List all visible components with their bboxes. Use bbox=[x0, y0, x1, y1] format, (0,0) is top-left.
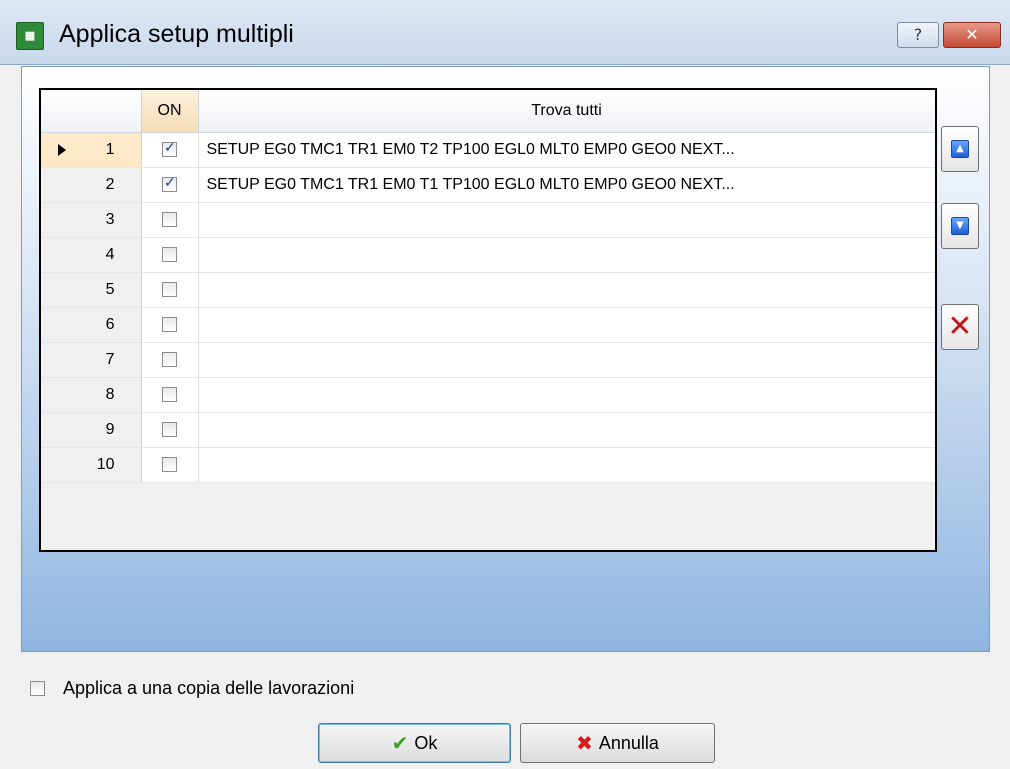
apply-copy-label: Applica a una copia delle lavorazioni bbox=[63, 677, 355, 698]
on-checkbox[interactable] bbox=[162, 175, 177, 193]
row-number-label: 2 bbox=[105, 176, 115, 193]
cancel-x-icon: ✖ bbox=[576, 731, 593, 755]
header-row: ON Trova tutti bbox=[41, 90, 935, 133]
column-header-find-all[interactable]: Trova tutti bbox=[198, 90, 935, 133]
table-row[interactable]: 7 bbox=[41, 342, 935, 378]
table-row[interactable]: 1 SETUP EG0 TMC1 TR1 EM0 T2 TP100 EGL0 ML… bbox=[41, 132, 935, 168]
window-title: Applica setup multipli bbox=[59, 20, 294, 48]
column-header-on[interactable]: ON bbox=[141, 90, 199, 133]
grid-body: 1 SETUP EG0 TMC1 TR1 EM0 T2 TP100 EGL0 ML… bbox=[41, 132, 935, 483]
row-number-label: 7 bbox=[105, 351, 115, 368]
row-number[interactable]: 7 bbox=[41, 342, 142, 378]
move-down-button[interactable]: ▼ bbox=[941, 203, 979, 249]
delete-button[interactable]: ✕ bbox=[941, 304, 979, 350]
row-number[interactable]: 6 bbox=[41, 307, 142, 343]
ok-label: Ok bbox=[414, 732, 438, 753]
title-bar[interactable]: ▦ Applica setup multipli ? ✕ bbox=[0, 0, 1010, 65]
dialog-window: ▦ Applica setup multipli ? ✕ ON Trova tu… bbox=[0, 0, 1010, 769]
check-icon: ✔ bbox=[391, 731, 409, 755]
row-number-label: 10 bbox=[96, 456, 115, 473]
row-number[interactable]: 5 bbox=[41, 272, 142, 308]
setup-command-cell[interactable] bbox=[198, 307, 935, 343]
setup-command-cell[interactable] bbox=[198, 342, 935, 378]
ok-button[interactable]: ✔ Ok bbox=[318, 723, 511, 763]
on-cell bbox=[141, 202, 199, 238]
setup-command-cell[interactable] bbox=[198, 202, 935, 238]
app-icon: ▦ bbox=[16, 22, 44, 50]
row-number-label: 3 bbox=[105, 211, 115, 228]
on-cell bbox=[141, 237, 199, 273]
row-number-label: 1 bbox=[105, 141, 115, 158]
on-cell bbox=[141, 447, 199, 483]
setup-command-cell[interactable] bbox=[198, 272, 935, 308]
on-checkbox[interactable] bbox=[162, 387, 177, 403]
row-number-label: 6 bbox=[105, 316, 115, 333]
cancel-label: Annulla bbox=[598, 732, 659, 753]
table-row[interactable]: 3 bbox=[41, 202, 935, 238]
help-button[interactable]: ? bbox=[897, 22, 939, 48]
on-checkbox[interactable] bbox=[162, 212, 177, 228]
row-number[interactable]: 10 bbox=[41, 447, 142, 483]
close-button[interactable]: ✕ bbox=[943, 22, 1001, 48]
on-checkbox[interactable] bbox=[162, 457, 177, 473]
setup-command-cell[interactable] bbox=[198, 377, 935, 413]
row-number-label: 8 bbox=[105, 386, 115, 403]
setup-command-cell[interactable] bbox=[198, 412, 935, 448]
row-number[interactable]: 2 bbox=[41, 167, 142, 203]
setup-command-cell[interactable]: SETUP EG0 TMC1 TR1 EM0 T1 TP100 EGL0 MLT… bbox=[198, 167, 935, 203]
on-checkbox[interactable] bbox=[162, 422, 177, 438]
row-number[interactable]: 4 bbox=[41, 237, 142, 273]
setup-command-cell[interactable] bbox=[198, 237, 935, 273]
row-number[interactable]: 1 bbox=[41, 132, 142, 168]
setup-table: ON Trova tutti 1 SETUP EG0 TMC1 TR1 EM0 T… bbox=[41, 90, 935, 483]
on-cell bbox=[141, 307, 199, 343]
on-checkbox[interactable] bbox=[162, 352, 177, 368]
apply-copy-option[interactable]: Applica a una copia delle lavorazioni bbox=[30, 676, 354, 700]
row-number-label: 5 bbox=[105, 281, 115, 298]
table-row[interactable]: 5 bbox=[41, 272, 935, 308]
on-cell bbox=[141, 272, 199, 308]
on-cell bbox=[141, 377, 199, 413]
table-row[interactable]: 10 bbox=[41, 447, 935, 483]
row-selector-icon bbox=[58, 144, 66, 156]
on-checkbox[interactable] bbox=[162, 282, 177, 298]
arrow-down-icon: ▼ bbox=[951, 217, 969, 235]
row-number-label: 9 bbox=[105, 421, 115, 438]
on-checkbox[interactable] bbox=[162, 317, 177, 333]
setup-grid[interactable]: ON Trova tutti 1 SETUP EG0 TMC1 TR1 EM0 T… bbox=[39, 88, 937, 552]
on-checkbox[interactable] bbox=[162, 247, 177, 263]
on-cell bbox=[141, 167, 199, 203]
row-number-label: 4 bbox=[105, 246, 115, 263]
move-up-button[interactable]: ▲ bbox=[941, 126, 979, 172]
on-cell bbox=[141, 342, 199, 378]
cancel-button[interactable]: ✖ Annulla bbox=[520, 723, 715, 763]
table-row[interactable]: 2 SETUP EG0 TMC1 TR1 EM0 T1 TP100 EGL0 ML… bbox=[41, 167, 935, 203]
setup-command-cell[interactable]: SETUP EG0 TMC1 TR1 EM0 T2 TP100 EGL0 MLT… bbox=[198, 132, 935, 168]
arrow-up-icon: ▲ bbox=[951, 140, 969, 158]
on-cell bbox=[141, 412, 199, 448]
row-number[interactable]: 9 bbox=[41, 412, 142, 448]
table-row[interactable]: 6 bbox=[41, 307, 935, 343]
column-header-index[interactable] bbox=[41, 90, 142, 133]
table-row[interactable]: 8 bbox=[41, 377, 935, 413]
on-checkbox[interactable] bbox=[162, 140, 177, 158]
delete-x-icon: ✕ bbox=[947, 309, 973, 344]
apply-copy-checkbox[interactable] bbox=[30, 680, 45, 696]
setup-command-cell[interactable] bbox=[198, 447, 935, 483]
table-row[interactable]: 9 bbox=[41, 412, 935, 448]
table-row[interactable]: 4 bbox=[41, 237, 935, 273]
row-number[interactable]: 3 bbox=[41, 202, 142, 238]
on-cell bbox=[141, 132, 199, 168]
row-number[interactable]: 8 bbox=[41, 377, 142, 413]
